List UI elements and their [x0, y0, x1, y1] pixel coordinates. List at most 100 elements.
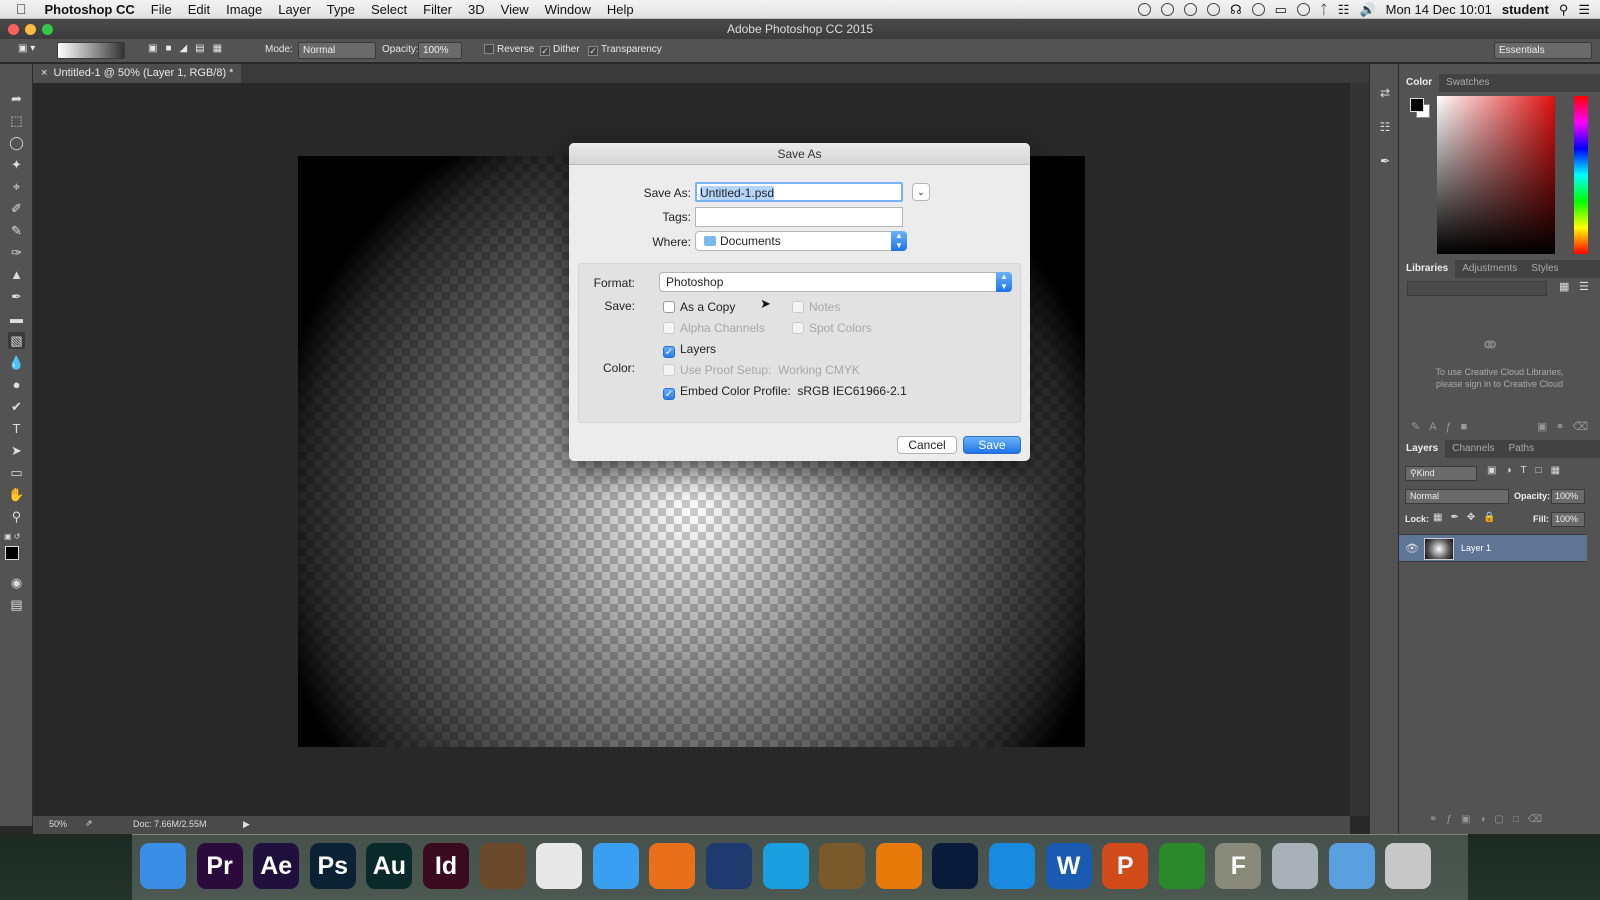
layers-checkbox[interactable]: ✓ Layers — [663, 342, 716, 358]
vertical-scrollbar[interactable] — [1350, 83, 1369, 816]
dither-checkbox[interactable]: ✓ Dither — [540, 44, 580, 56]
tags-input[interactable] — [695, 207, 903, 227]
brush-tool-icon[interactable]: ✑ — [8, 244, 25, 261]
airplay-icon[interactable]: ▭ — [1275, 2, 1287, 18]
clock[interactable]: Mon 14 Dec 10:01 — [1386, 2, 1492, 17]
healing-brush-tool-icon[interactable]: ✎ — [8, 222, 25, 239]
menu-view[interactable]: View — [493, 2, 537, 17]
library-select[interactable] — [1407, 281, 1547, 296]
powerpoint-icon[interactable]: P — [1102, 843, 1149, 889]
layer-filter-icons[interactable]: ▣◑T□▦ — [1487, 465, 1569, 476]
tab-libraries[interactable]: Libraries — [1399, 260, 1456, 278]
quick-select-tool-icon[interactable]: ✦ — [8, 156, 25, 173]
menu-filter[interactable]: Filter — [415, 2, 460, 17]
quicktime-q-icon[interactable] — [989, 843, 1035, 889]
quicktime-icon[interactable] — [932, 843, 979, 889]
zoom-level[interactable]: 50% — [49, 819, 67, 829]
menu-3d[interactable]: 3D — [460, 2, 493, 17]
as-a-copy-checkbox[interactable]: As a Copy — [663, 300, 735, 314]
menu-image[interactable]: Image — [218, 2, 270, 17]
status-icon[interactable] — [1138, 3, 1152, 16]
menu-type[interactable]: Type — [319, 2, 363, 17]
time-machine-icon[interactable] — [1296, 3, 1310, 16]
close-tab-icon[interactable]: × — [41, 67, 54, 79]
app-menu[interactable]: Photoshop CC — [37, 2, 143, 17]
finder-icon[interactable] — [140, 843, 186, 889]
status-icon[interactable] — [1184, 3, 1198, 16]
word-icon[interactable]: W — [1045, 843, 1092, 889]
lock-icons[interactable]: ▦✒✥🔒 — [1433, 512, 1504, 523]
after-effects-icon[interactable]: Ae — [253, 843, 300, 889]
tab-adjustments[interactable]: Adjustments — [1455, 260, 1524, 278]
audition-icon[interactable]: Au — [366, 843, 413, 889]
transparency-checkbox[interactable]: ✓ Transparency — [588, 44, 662, 56]
tool-preset-icon[interactable]: ▣ ▾ — [18, 43, 35, 54]
fill-input[interactable]: 100% — [1551, 512, 1585, 527]
layer-name[interactable]: Layer 1 — [1461, 543, 1491, 553]
color-field[interactable] — [1437, 96, 1555, 254]
panel-foreground-swatch[interactable] — [1410, 98, 1424, 112]
gradient-tool-icon[interactable]: ▧ — [8, 332, 25, 349]
clone-stamp-tool-icon[interactable]: ▲ — [8, 266, 25, 283]
hue-slider[interactable] — [1574, 96, 1588, 254]
embed-color-profile-checkbox[interactable]: ✓ Embed Color Profile: sRGB IEC61966-2.1 — [663, 384, 907, 400]
user-menu[interactable]: student — [1502, 2, 1549, 17]
close-window-button[interactable] — [8, 24, 19, 35]
default-colors-icon[interactable]: ▣ ↺ — [4, 532, 20, 541]
menu-window[interactable]: Window — [537, 2, 599, 17]
format-select[interactable]: Photoshop ▲ ▼ — [659, 272, 1012, 292]
tab-styles[interactable]: Styles — [1524, 260, 1565, 278]
grid-view-icon[interactable]: ▦ — [1559, 280, 1569, 293]
wifi-icon[interactable]: ☷ — [1338, 2, 1350, 18]
list-view-icon[interactable]: ☰ — [1579, 280, 1589, 293]
layer-row[interactable]: 👁 Layer 1 — [1399, 534, 1587, 562]
downloads-icon[interactable] — [1328, 843, 1375, 889]
status-menu-arrow-icon[interactable]: ▶ — [243, 819, 250, 830]
hand-tool-icon[interactable]: ✋ — [8, 486, 25, 503]
blur-tool-icon[interactable]: 💧 — [8, 354, 25, 371]
firefox-icon[interactable] — [649, 843, 696, 889]
history-brush-tool-icon[interactable]: ✒ — [8, 288, 25, 305]
move-tool-icon[interactable]: ➦ — [8, 90, 25, 107]
where-select[interactable]: Documents ▲ ▼ — [695, 231, 907, 251]
premiere-icon[interactable]: Pr — [196, 843, 243, 889]
blend-mode-select[interactable]: Normal — [1405, 489, 1509, 504]
skype-icon[interactable] — [762, 843, 809, 889]
path-selection-tool-icon[interactable]: ➤ — [8, 442, 25, 459]
type-tool-icon[interactable]: T — [8, 420, 25, 437]
document-tab[interactable]: × Untitled-1 @ 50% (Layer 1, RGB/8) * — [33, 64, 242, 83]
foreground-color-swatch[interactable] — [5, 546, 19, 560]
pen-tool-icon[interactable]: ✔ — [8, 398, 25, 415]
status-icon[interactable] — [1207, 3, 1221, 16]
migration-assistant-icon[interactable] — [706, 843, 752, 889]
menu-select[interactable]: Select — [363, 2, 415, 17]
layer-opacity-input[interactable]: 100% — [1551, 489, 1585, 504]
brush-panel-icon[interactable]: ✒ — [1376, 154, 1394, 172]
apple-menu-icon[interactable]:  — [0, 1, 37, 17]
bluetooth-icon[interactable]: ᛏ — [1320, 2, 1328, 17]
tab-color[interactable]: Color — [1399, 74, 1440, 92]
tab-paths[interactable]: Paths — [1502, 440, 1542, 458]
reverse-checkbox[interactable]: Reverse — [484, 44, 534, 55]
zoom-tool-icon[interactable]: ⚲ — [8, 508, 25, 525]
status-icon[interactable] — [1251, 3, 1265, 16]
menu-edit[interactable]: Edit — [180, 2, 218, 17]
crop-tool-icon[interactable]: ⌖ — [8, 178, 25, 195]
workspace-select[interactable]: Essentials — [1494, 42, 1592, 59]
trash-icon[interactable] — [1385, 843, 1432, 889]
export-icon[interactable]: ⇗ — [85, 818, 93, 829]
expand-dialog-button[interactable]: ⌄ — [912, 183, 930, 201]
preview-icon[interactable] — [1272, 843, 1318, 889]
save-button[interactable]: Save — [963, 436, 1021, 454]
indesign-icon[interactable]: Id — [423, 843, 469, 889]
libraries-footer-icons[interactable]: ✎Aƒ■ — [1411, 420, 1476, 433]
headphones-icon[interactable]: ☊ — [1230, 2, 1242, 18]
lasso-tool-icon[interactable]: ◯ — [8, 134, 25, 151]
mode-select[interactable]: Normal — [298, 42, 376, 59]
menu-file[interactable]: File — [143, 2, 180, 17]
eraser-tool-icon[interactable]: ▬ — [8, 310, 25, 327]
eyedropper-tool-icon[interactable]: ✐ — [8, 200, 25, 217]
rectangle-tool-icon[interactable]: ▭ — [8, 464, 25, 481]
garageband-icon[interactable] — [479, 843, 526, 889]
libraries-footer-right-icons[interactable]: ▣⚭⌫ — [1537, 420, 1596, 433]
